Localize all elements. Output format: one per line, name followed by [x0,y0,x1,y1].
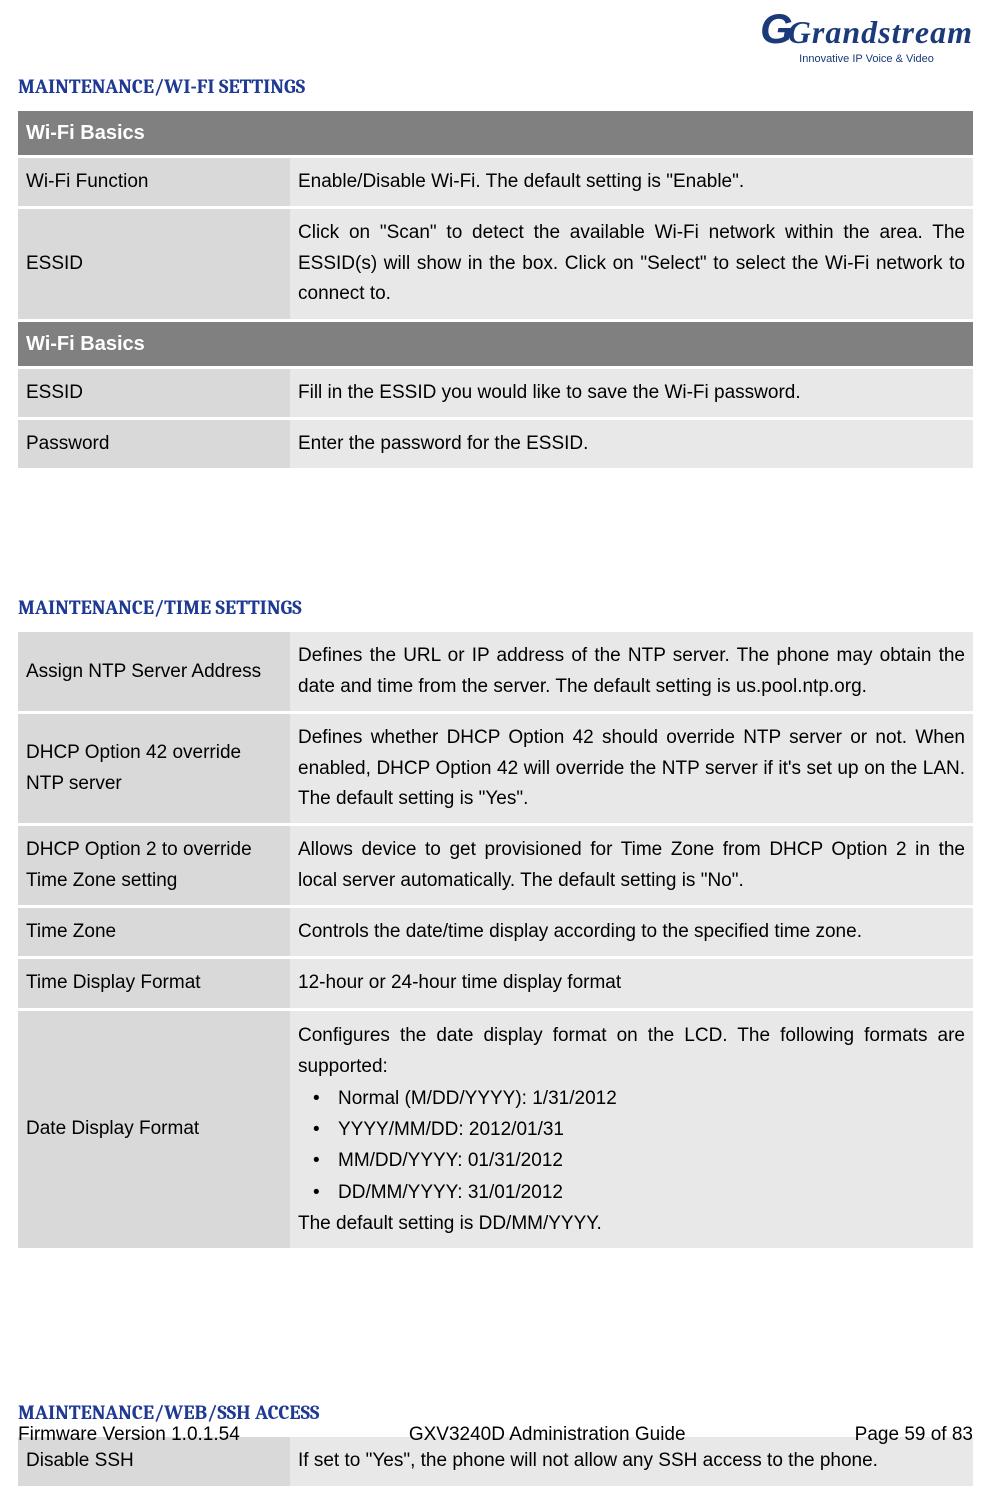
webssh-access-heading: MAINTENANCE/WEB/SSH ACCESS [18,1401,973,1424]
setting-label: Time Display Format [18,959,290,1007]
setting-description: Enable/Disable Wi-Fi. The default settin… [290,158,973,206]
time-settings-table: Assign NTP Server Address Defines the UR… [18,629,973,1251]
setting-label: DHCP Option 42 override NTP server [18,714,290,823]
page-footer: Firmware Version 1.0.1.54 GXV3240D Admin… [18,1424,973,1446]
list-item: Normal (M/DD/YYYY): 1/31/2012 [308,1083,965,1114]
brand-logo: GGrandstream Innovative IP Voice & Video [760,5,973,65]
setting-label: Password [18,420,290,468]
setting-description: Allows device to get provisioned for Tim… [290,826,973,905]
setting-description: 12-hour or 24-hour time display format [290,959,973,1007]
setting-description: Enter the password for the ESSID. [290,420,973,468]
setting-label: DHCP Option 2 to override Time Zone sett… [18,826,290,905]
table-row: DHCP Option 2 to override Time Zone sett… [18,826,973,905]
logo-tagline: Innovative IP Voice & Video [760,53,973,65]
logo-brand-text: Grandstream [788,14,973,50]
list-item: DD/MM/YYYY: 31/01/2012 [308,1177,965,1208]
wifi-basics-header-1: Wi-Fi Basics [18,111,973,155]
table-row: ESSID Click on "Scan" to detect the avai… [18,209,973,318]
setting-description: Defines the URL or IP address of the NTP… [290,632,973,711]
table-row: Wi-Fi Function Enable/Disable Wi-Fi. The… [18,158,973,206]
table-row: Date Display Format Configures the date … [18,1011,973,1248]
table-row: DHCP Option 42 override NTP server Defin… [18,714,973,823]
setting-label: Date Display Format [18,1011,290,1248]
logo-g-icon: G [760,5,793,53]
table-row: Assign NTP Server Address Defines the UR… [18,632,973,711]
time-settings-heading: MAINTENANCE/TIME SETTINGS [18,596,973,619]
list-item: YYYY/MM/DD: 2012/01/31 [308,1114,965,1145]
date-format-intro: Configures the date display format on th… [298,1020,965,1083]
setting-label: ESSID [18,209,290,318]
setting-label: ESSID [18,369,290,417]
setting-description: Defines whether DHCP Option 42 should ov… [290,714,973,823]
date-format-list: Normal (M/DD/YYYY): 1/31/2012 YYYY/MM/DD… [298,1083,965,1208]
table-header-row: Wi-Fi Basics [18,322,973,366]
table-row: Time Zone Controls the date/time display… [18,908,973,956]
footer-document-title: GXV3240D Administration Guide [409,1424,686,1446]
setting-label: Assign NTP Server Address [18,632,290,711]
wifi-settings-table: Wi-Fi Basics Wi-Fi Function Enable/Disab… [18,108,973,471]
footer-page-number: Page 59 of 83 [855,1424,973,1446]
wifi-basics-header-2: Wi-Fi Basics [18,322,973,366]
footer-firmware-version: Firmware Version 1.0.1.54 [18,1424,240,1446]
setting-description: Fill in the ESSID you would like to save… [290,369,973,417]
table-row: Password Enter the password for the ESSI… [18,420,973,468]
setting-label: Time Zone [18,908,290,956]
list-item: MM/DD/YYYY: 01/31/2012 [308,1145,965,1176]
setting-label: Wi-Fi Function [18,158,290,206]
setting-description: Configures the date display format on th… [290,1011,973,1248]
setting-description: Controls the date/time display according… [290,908,973,956]
setting-description: Click on "Scan" to detect the available … [290,209,973,318]
table-row: ESSID Fill in the ESSID you would like t… [18,369,973,417]
wifi-settings-heading: MAINTENANCE/WI-FI SETTINGS [18,75,973,98]
table-header-row: Wi-Fi Basics [18,111,973,155]
date-format-outro: The default setting is DD/MM/YYYY. [298,1208,965,1239]
table-row: Time Display Format 12-hour or 24-hour t… [18,959,973,1007]
